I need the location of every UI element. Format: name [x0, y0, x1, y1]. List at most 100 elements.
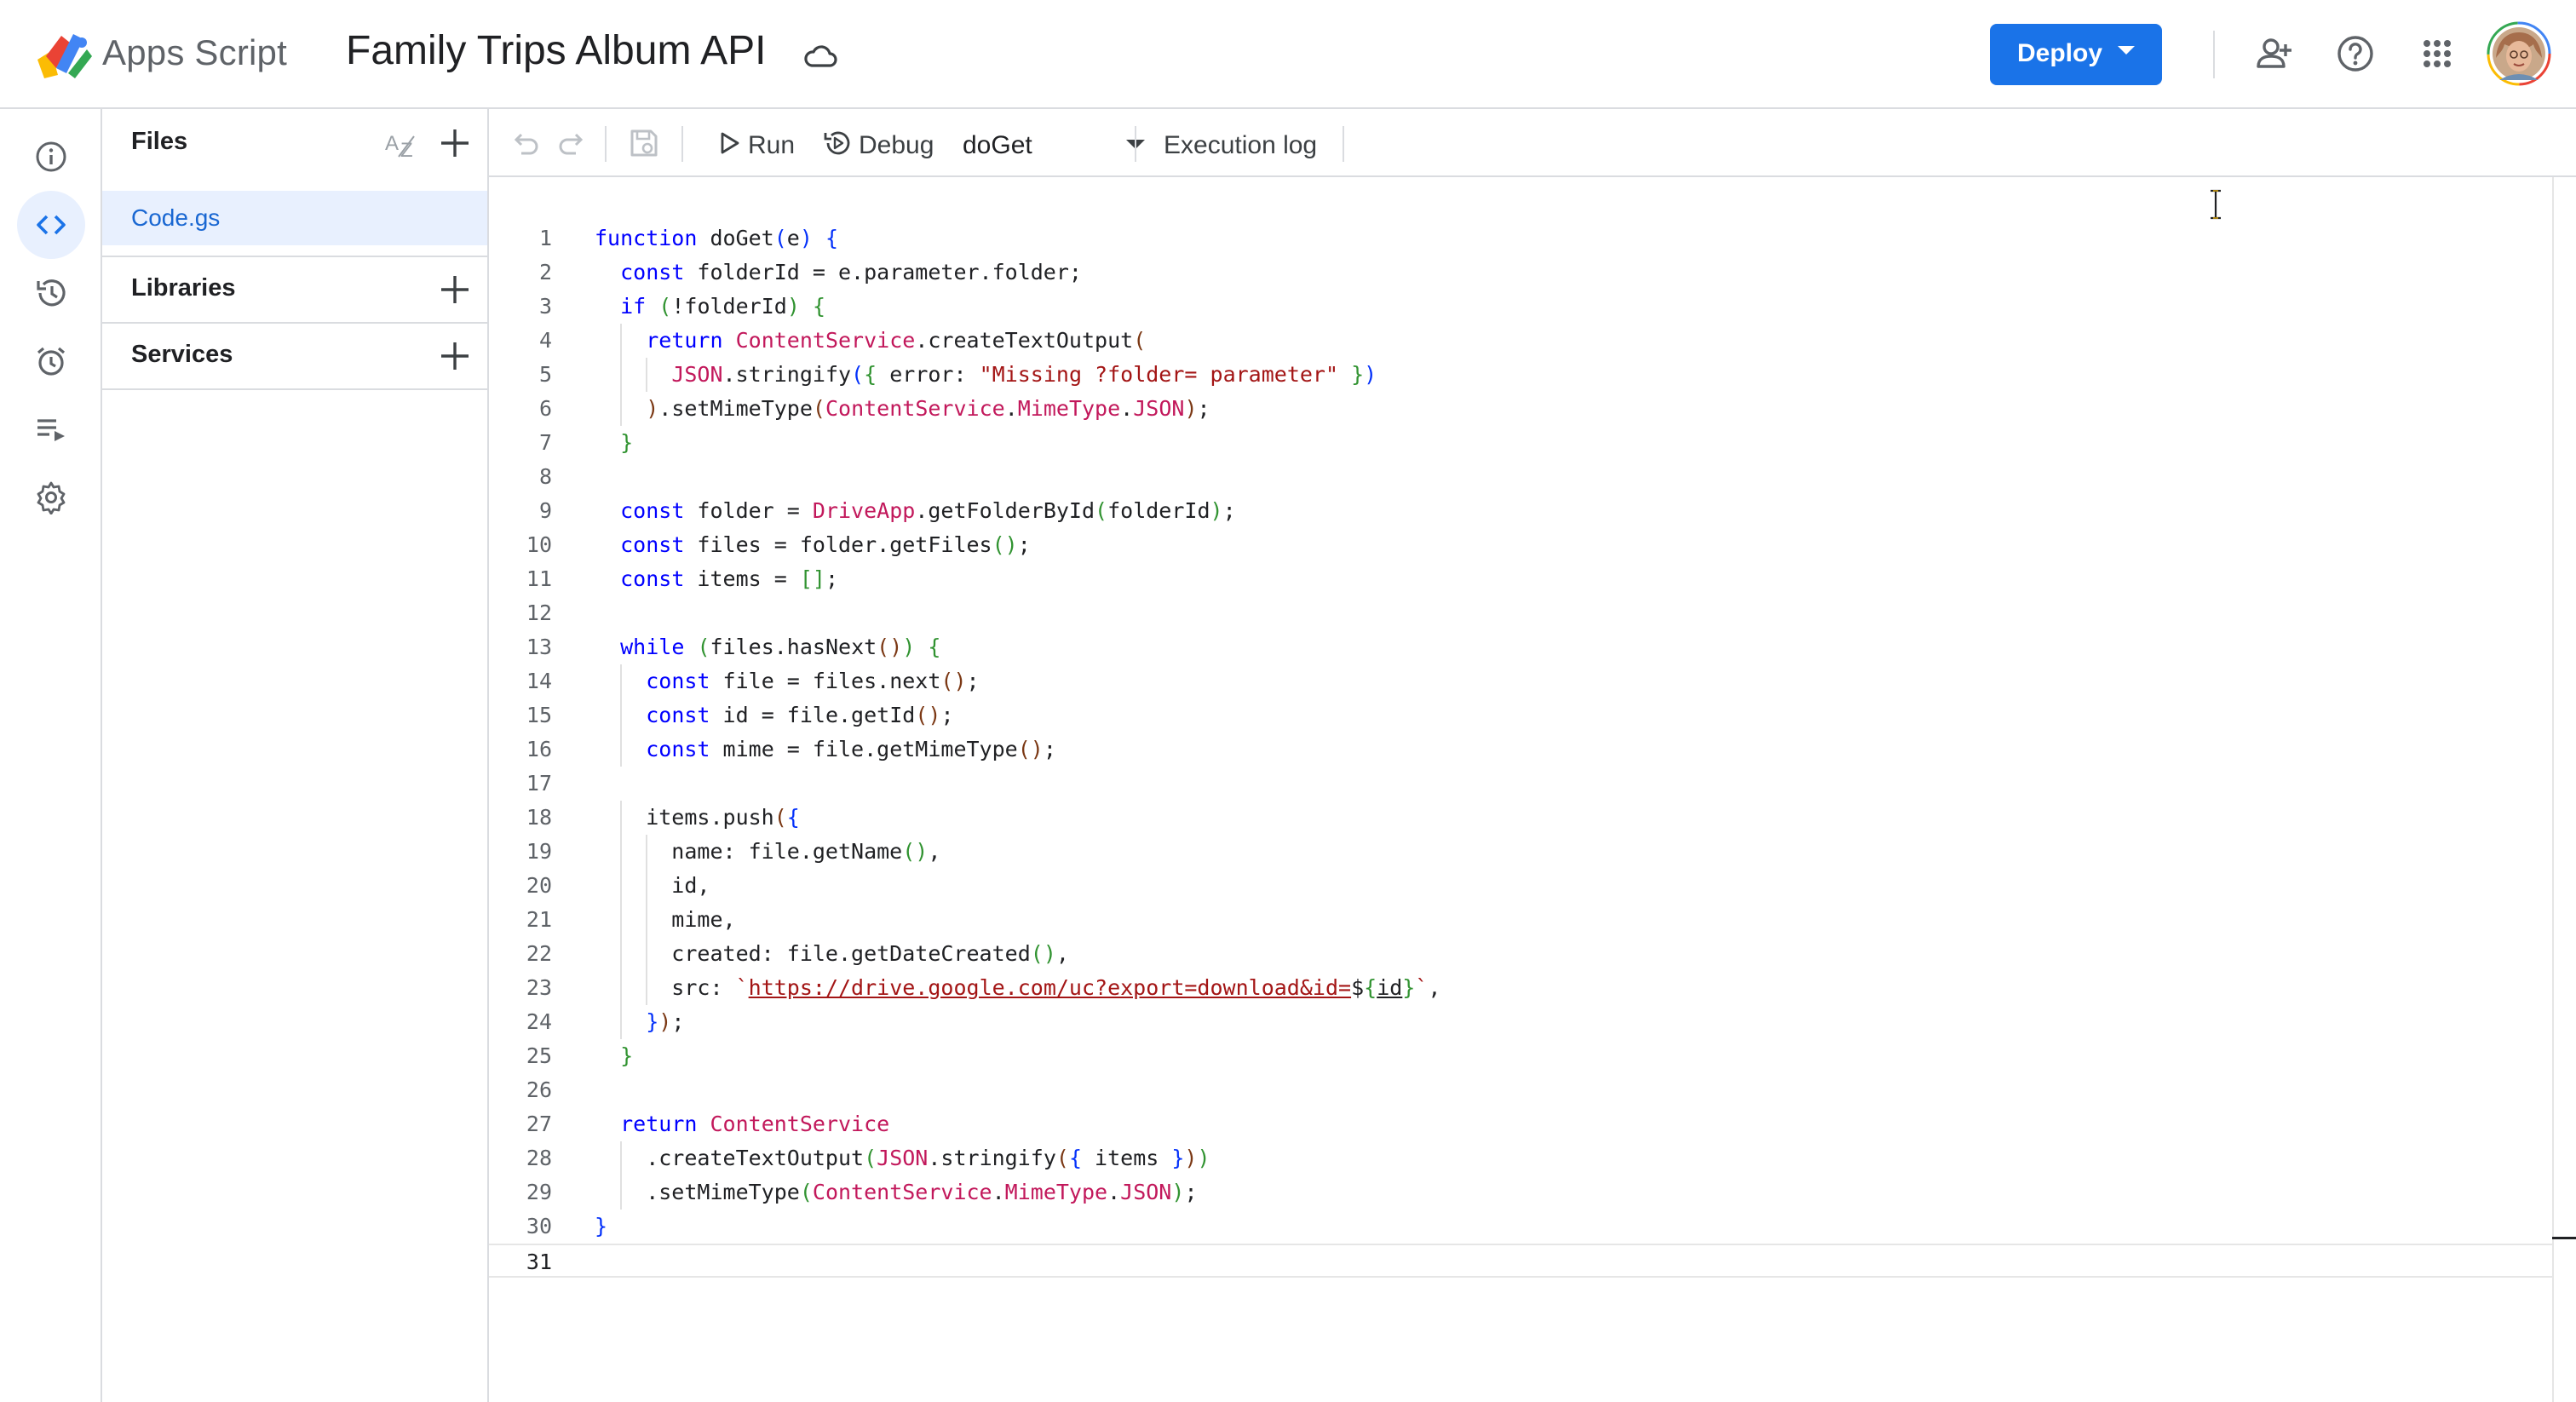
user-avatar[interactable]: [2486, 20, 2552, 87]
files-title: Files: [131, 128, 188, 155]
code-line[interactable]: 4 return ContentService.createTextOutput…: [489, 324, 2552, 358]
code-line[interactable]: 8: [489, 460, 2552, 494]
line-number: 2: [538, 260, 552, 284]
libraries-section[interactable]: Libraries: [102, 256, 487, 322]
panel-divider: [102, 388, 487, 390]
code-line[interactable]: 20 id,: [489, 869, 2552, 903]
svg-text:A: A: [385, 132, 399, 155]
code-line[interactable]: 11 const items = [];: [489, 562, 2552, 596]
line-content: return ContentService: [620, 1112, 890, 1136]
code-line[interactable]: 14 const file = files.next();: [489, 664, 2552, 698]
executions-nav-item[interactable]: [17, 395, 85, 463]
undo-icon[interactable]: [508, 126, 542, 160]
code-line[interactable]: 24 });: [489, 1005, 2552, 1039]
line-content: const id = file.getId();: [646, 703, 954, 727]
deploy-label: Deploy: [2017, 39, 2103, 67]
code-line[interactable]: 26: [489, 1073, 2552, 1107]
code-line[interactable]: 19 name: file.getName(),: [489, 835, 2552, 869]
code-line[interactable]: 5 JSON.stringify({ error: "Missing ?fold…: [489, 358, 2552, 392]
line-content: return ContentService.createTextOutput(: [646, 328, 1147, 353]
scroll-position-marker: [2552, 1237, 2576, 1239]
services-section[interactable]: Services: [102, 322, 487, 388]
add-file-icon[interactable]: [436, 124, 474, 162]
code-line[interactable]: 10 const files = folder.getFiles();: [489, 528, 2552, 562]
files-header: Files A Z: [102, 109, 487, 177]
code-line[interactable]: 1 function doGet(e) {: [489, 221, 2552, 256]
code-line[interactable]: 2 const folderId = e.parameter.folder;: [489, 256, 2552, 290]
line-content: const files = folder.getFiles();: [620, 532, 1031, 557]
code-line[interactable]: 23 src: `https://drive.google.com/uc?exp…: [489, 971, 2552, 1005]
line-content: const folder = DriveApp.getFolderById(fo…: [620, 498, 1236, 523]
code-area[interactable]: 1 function doGet(e) {2 const folderId = e…: [489, 221, 2552, 1278]
line-content: .createTextOutput(JSON.stringify({ items…: [595, 1146, 1210, 1170]
line-content: .setMimeType(ContentService.MimeType.JSO…: [595, 1180, 1198, 1204]
code-line[interactable]: 18 items.push({: [489, 801, 2552, 835]
code-line[interactable]: 21 mime,: [489, 903, 2552, 937]
project-title[interactable]: Family Trips Album API: [346, 27, 766, 74]
cloud-saved-icon: [804, 45, 837, 67]
redo-icon[interactable]: [555, 126, 589, 160]
add-person-icon[interactable]: [2254, 32, 2297, 75]
line-number: 10: [526, 532, 552, 557]
add-service-icon[interactable]: [436, 337, 474, 375]
apps-script-logo[interactable]: [34, 26, 94, 85]
code-line[interactable]: 9 const folder = DriveApp.getFolderById(…: [489, 494, 2552, 528]
help-icon[interactable]: [2334, 32, 2377, 75]
code-line[interactable]: 30}: [489, 1210, 2552, 1244]
history-nav-item[interactable]: [17, 259, 85, 327]
line-content: }: [620, 1043, 634, 1068]
toolbar-divider: [1343, 126, 1344, 162]
line-content: ).setMimeType(ContentService.MimeType.JS…: [646, 396, 1210, 421]
code-line[interactable]: 3 if (!folderId) {: [489, 290, 2552, 324]
code-line[interactable]: 27 return ContentService: [489, 1107, 2552, 1141]
deploy-button[interactable]: Deploy: [1990, 24, 2162, 85]
line-number: 12: [526, 600, 552, 625]
function-selector[interactable]: doGet: [963, 119, 1150, 167]
code-line[interactable]: 13 while (files.hasNext()) {: [489, 630, 2552, 664]
line-number: 15: [526, 703, 552, 727]
line-number: 30: [526, 1214, 552, 1238]
settings-nav-item[interactable]: [17, 463, 85, 531]
line-content: id,: [595, 873, 710, 898]
code-line[interactable]: 12: [489, 596, 2552, 630]
overview-nav-item[interactable]: [17, 123, 85, 191]
editor-nav-item[interactable]: [17, 191, 85, 259]
line-number: 4: [538, 328, 552, 353]
code-line[interactable]: 7 }: [489, 426, 2552, 460]
code-line[interactable]: 22 created: file.getDateCreated(),: [489, 937, 2552, 971]
triggers-nav-item[interactable]: [17, 327, 85, 395]
code-line[interactable]: 15 const id = file.getId();: [489, 698, 2552, 733]
settings-gear-icon: [37, 481, 66, 514]
file-item-code-gs[interactable]: Code.gs: [102, 191, 487, 245]
run-button[interactable]: Run: [714, 119, 814, 167]
code-line[interactable]: 25 }: [489, 1039, 2552, 1073]
svg-text:Z: Z: [400, 139, 413, 162]
apps-grid-icon[interactable]: [2416, 32, 2458, 75]
code-editor[interactable]: 1 function doGet(e) {2 const folderId = e…: [489, 177, 2552, 1402]
code-line[interactable]: 31: [489, 1244, 2552, 1278]
execution-log-button[interactable]: Execution log: [1164, 119, 1334, 167]
add-library-icon[interactable]: [436, 271, 474, 308]
code-line[interactable]: 29 .setMimeType(ContentService.MimeType.…: [489, 1175, 2552, 1210]
line-content: created: file.getDateCreated(),: [595, 941, 1069, 966]
debug-button[interactable]: Debug: [821, 119, 949, 167]
line-number: 24: [526, 1009, 552, 1034]
code-line[interactable]: 17: [489, 767, 2552, 801]
sort-az-icon[interactable]: A Z: [383, 124, 424, 165]
line-content: function doGet(e) {: [595, 226, 839, 250]
save-icon[interactable]: [627, 126, 661, 160]
info-icon: [36, 141, 66, 172]
line-number: 25: [526, 1043, 552, 1068]
code-line[interactable]: 6 ).setMimeType(ContentService.MimeType.…: [489, 392, 2552, 426]
chevron-down-icon[interactable]: [2118, 46, 2135, 55]
code-line[interactable]: 16 const mime = file.getMimeType();: [489, 733, 2552, 767]
code-line[interactable]: 28 .createTextOutput(JSON.stringify({ it…: [489, 1141, 2552, 1175]
editor-toolbar: Run Debug doGet Execution log: [489, 109, 2576, 177]
line-number: 27: [526, 1112, 552, 1136]
line-content: });: [646, 1009, 685, 1034]
code-brackets-icon: [37, 215, 66, 235]
top-bar: Apps Script Family Trips Album API Deplo…: [0, 0, 2576, 109]
editor-scrollbar[interactable]: [2552, 177, 2576, 1402]
line-number: 23: [526, 975, 552, 1000]
line-number: 31: [526, 1250, 552, 1274]
